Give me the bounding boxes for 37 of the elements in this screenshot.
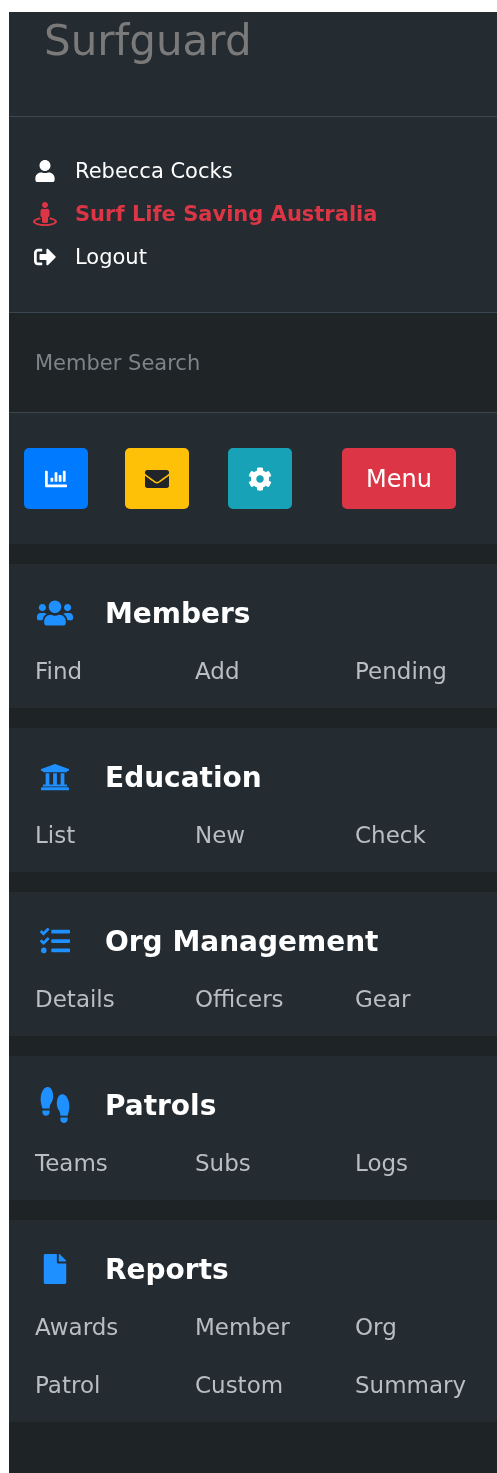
- nav-link[interactable]: Custom: [195, 1366, 284, 1404]
- mail-button[interactable]: [125, 448, 189, 509]
- user-menu-link[interactable]: Logout: [33, 241, 497, 273]
- section-title: Education: [105, 760, 262, 794]
- nav-link[interactable]: Logs: [355, 1144, 409, 1182]
- nav-link[interactable]: Patrol: [35, 1366, 101, 1404]
- section-title: Members: [105, 596, 251, 630]
- nav-link[interactable]: Add: [195, 652, 240, 690]
- nav-link[interactable]: Awards: [35, 1308, 119, 1346]
- nav-link[interactable]: Org: [355, 1308, 397, 1346]
- app-title: Surfguard: [44, 20, 253, 62]
- nav-link[interactable]: Pending: [355, 652, 447, 690]
- nav-link[interactable]: Check: [355, 816, 426, 854]
- settings-icon: [248, 466, 272, 491]
- nav-link[interactable]: List: [35, 816, 76, 854]
- nav-link[interactable]: Officers: [195, 980, 284, 1018]
- nav-link[interactable]: Teams: [35, 1144, 108, 1182]
- nav-link[interactable]: Details: [35, 980, 115, 1018]
- stats-button[interactable]: [24, 448, 88, 509]
- building-icon: [40, 762, 70, 792]
- nav-link[interactable]: Summary: [355, 1366, 467, 1404]
- user-icon: [34, 160, 56, 182]
- user-menu-link[interactable]: Rebecca Cocks: [33, 155, 497, 187]
- section-title: Patrols: [105, 1088, 217, 1122]
- section-title: Org Management: [105, 924, 379, 958]
- nav-link[interactable]: Gear: [355, 980, 411, 1018]
- menu-button[interactable]: Menu: [342, 448, 456, 509]
- nav-link[interactable]: Subs: [195, 1144, 251, 1182]
- logout-icon: [34, 246, 56, 268]
- nav-link[interactable]: Member: [195, 1308, 290, 1346]
- section-title: Reports: [105, 1252, 229, 1286]
- nav-link[interactable]: Find: [35, 652, 83, 690]
- settings-button[interactable]: [228, 448, 292, 509]
- search-field[interactable]: Member Search: [9, 313, 497, 413]
- person-pin-icon: [33, 202, 57, 226]
- nav-link[interactable]: New: [195, 816, 246, 854]
- checklist-icon: [40, 926, 70, 956]
